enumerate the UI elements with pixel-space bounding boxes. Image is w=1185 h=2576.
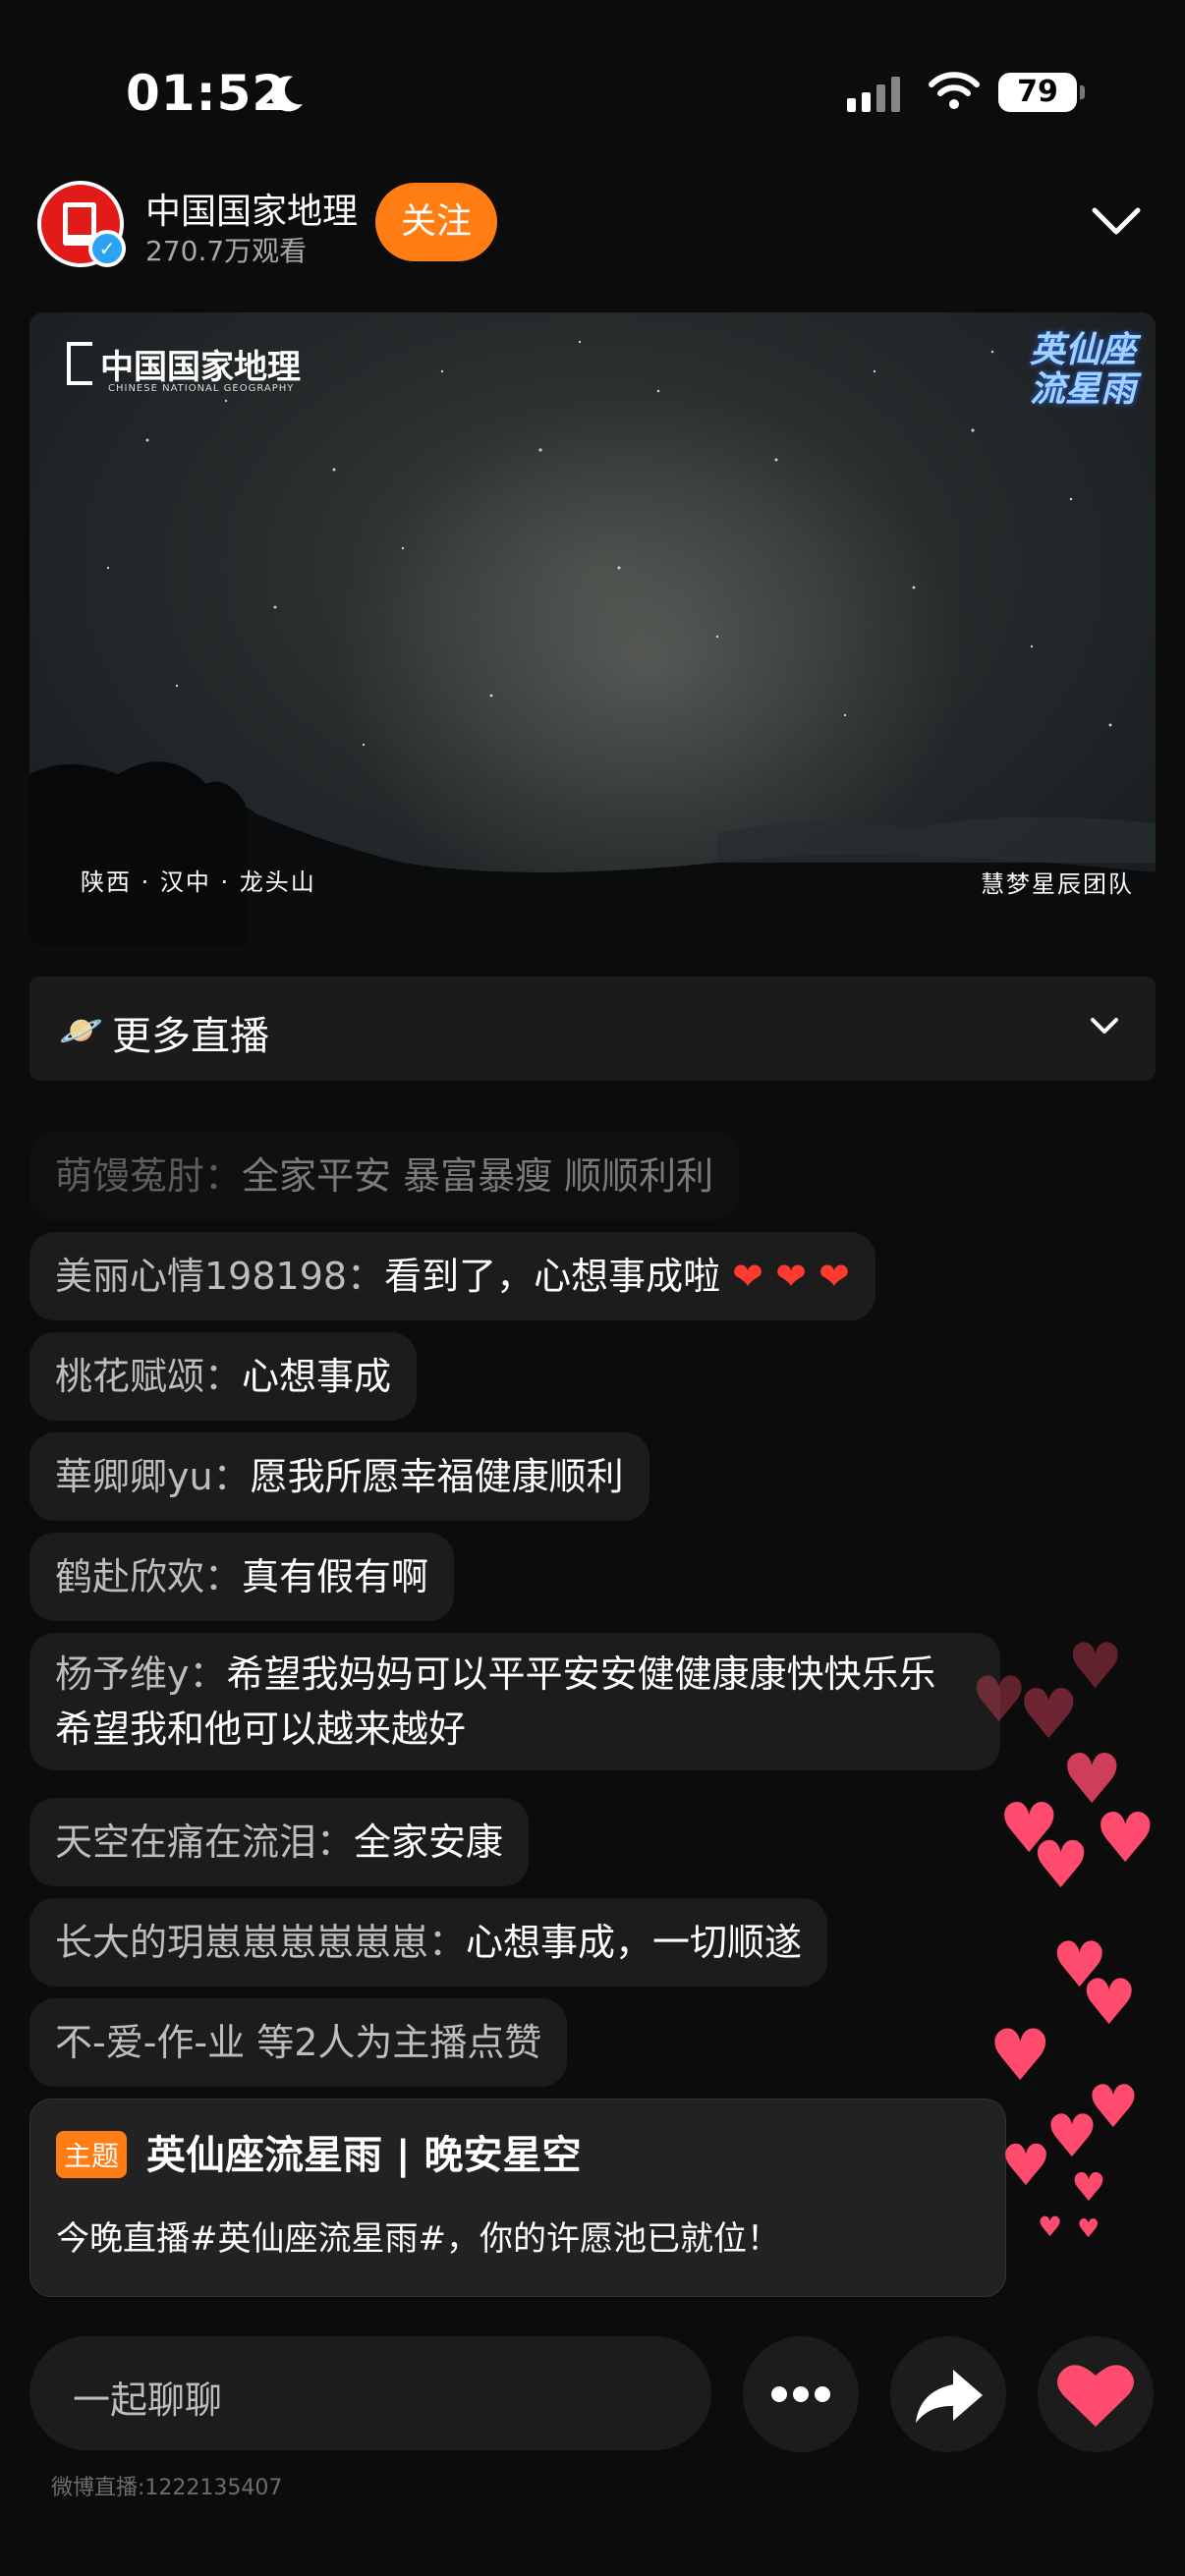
- heart-icon: ♥: [1032, 1827, 1091, 1903]
- comment-text: 真有假有啊: [242, 1555, 429, 1598]
- chevron-down-icon[interactable]: [1089, 202, 1144, 240]
- heart-icon: ♥: [1045, 2102, 1099, 2171]
- account-name[interactable]: 中国国家地理: [145, 183, 358, 234]
- heart-icon: ♥: [1095, 1798, 1157, 1878]
- comment-item: 杨予维y：希望我妈妈可以平平安安健健康康快快乐乐 希望我和他可以越来越好: [29, 1633, 1000, 1770]
- comment-text: 全家安康: [354, 1820, 504, 1864]
- verified-badge-icon: ✓: [88, 230, 126, 267]
- heart-icon: ♥: [1000, 2132, 1051, 2199]
- live-video-player[interactable]: 中国国家地理 CHINESE NATIONAL GEOGRAPHY 英仙座 流星…: [29, 312, 1156, 945]
- topic-tag: 主题: [56, 2131, 128, 2178]
- chat-placeholder: 一起聊聊: [73, 2379, 223, 2422]
- comment-item: 桃花赋颂：心想事成: [29, 1332, 418, 1421]
- moon-icon: [270, 76, 303, 112]
- chevron-down-icon: [1091, 1018, 1118, 1034]
- comment-item: 天空在痛在流泪：全家安康: [29, 1798, 530, 1886]
- comment-user: 不-爱-作-业 等2人为主播点赞: [55, 2021, 542, 2064]
- comment-item: 萌馒菟肘：全家平安 暴富暴瘦 顺顺利利: [29, 1132, 740, 1220]
- heart-icon: ♥: [1038, 2211, 1063, 2243]
- night-sky-scene: [29, 340, 1156, 945]
- wifi-icon: [929, 72, 980, 109]
- topic-card[interactable]: 主题 英仙座流星雨 | 晚安星空 今晚直播#英仙座流星雨#，你的许愿池已就位！: [29, 2099, 1006, 2297]
- topic-title: 英仙座流星雨 | 晚安星空: [146, 2133, 582, 2178]
- heart-icon: ♥: [1081, 1967, 1138, 2040]
- video-brand-en: CHINESE NATIONAL GEOGRAPHY: [108, 383, 295, 394]
- comment-text: 看到了，心想事成啦: [384, 1255, 721, 1298]
- share-icon: [916, 2370, 983, 2423]
- video-brand: 中国国家地理: [100, 348, 301, 387]
- view-count: 270.7万观看: [145, 235, 308, 267]
- more-dots-icon: [771, 2386, 830, 2402]
- comment-item: 长大的玥崽崽崽崽崽崽：心想事成，一切顺遂: [29, 1898, 828, 1987]
- comment-text: 全家平安 暴富暴瘦 顺顺利利: [242, 1154, 714, 1198]
- comment-item: 鹤赴欣欢：真有假有啊: [29, 1533, 455, 1621]
- heart-icon: ♥: [1077, 2214, 1100, 2244]
- location-label: 陕西 · 汉中 · 龙头山: [81, 868, 316, 896]
- event-title-line1: 英仙座: [1029, 329, 1136, 370]
- more-live-dropdown[interactable]: 🪐 更多直播: [29, 977, 1156, 1081]
- more-options-button[interactable]: [743, 2336, 859, 2452]
- comment-user[interactable]: 萌馒菟肘：: [55, 1154, 242, 1198]
- comment-text: 心想事成: [242, 1355, 392, 1398]
- comment-user[interactable]: 杨予维y：: [55, 1652, 227, 1696]
- topic-description: 今晚直播#英仙座流星雨#，你的许愿池已就位！: [56, 2219, 780, 2259]
- chat-input[interactable]: 一起聊聊: [29, 2336, 711, 2450]
- heart-icon: [1057, 2365, 1134, 2427]
- event-title-logo: 英仙座 流星雨: [1030, 330, 1136, 409]
- room-id: 微博直播:1222135407: [51, 2476, 283, 2500]
- follow-button[interactable]: 关注: [375, 183, 497, 261]
- credit-label: 慧梦星辰团队: [981, 870, 1134, 898]
- brand-logo-icon: [67, 342, 92, 385]
- share-button[interactable]: [890, 2336, 1006, 2452]
- comment-user[interactable]: 鹤赴欣欢：: [55, 1555, 242, 1598]
- comment-user[interactable]: 天空在痛在流泪：: [55, 1820, 354, 1864]
- heart-icon: ❤ ❤ ❤: [732, 1255, 850, 1298]
- comment-user[interactable]: 长大的玥崽崽崽崽崽崽：: [55, 1921, 466, 1964]
- comment-item: 華卿卿yu：愿我所愿幸福健康顺利: [29, 1432, 649, 1521]
- heart-icon: ♥: [1071, 2165, 1106, 2211]
- more-live-label: 更多直播: [112, 1014, 269, 1059]
- comment-user[interactable]: 美丽心情198198：: [55, 1255, 384, 1298]
- planet-icon: 🪐: [59, 1011, 103, 1051]
- comment-user[interactable]: 華卿卿yu：: [55, 1455, 251, 1498]
- like-notice: 不-爱-作-业 等2人为主播点赞: [29, 1998, 568, 2087]
- cellular-signal-icon: [847, 77, 900, 112]
- battery-indicator: 79: [998, 73, 1085, 112]
- like-button[interactable]: [1038, 2336, 1154, 2452]
- event-title-line2: 流星雨: [1029, 368, 1136, 410]
- heart-icon: ♥: [971, 1664, 1028, 1737]
- comment-text: 心想事成，一切顺遂: [466, 1921, 803, 1964]
- comment-user[interactable]: 桃花赋颂：: [55, 1355, 242, 1398]
- comment-item: 美丽心情198198：看到了，心想事成啦 ❤ ❤ ❤: [29, 1232, 875, 1320]
- comment-text: 愿我所愿幸福健康顺利: [250, 1455, 624, 1498]
- heart-icon: ♥: [988, 2014, 1052, 2097]
